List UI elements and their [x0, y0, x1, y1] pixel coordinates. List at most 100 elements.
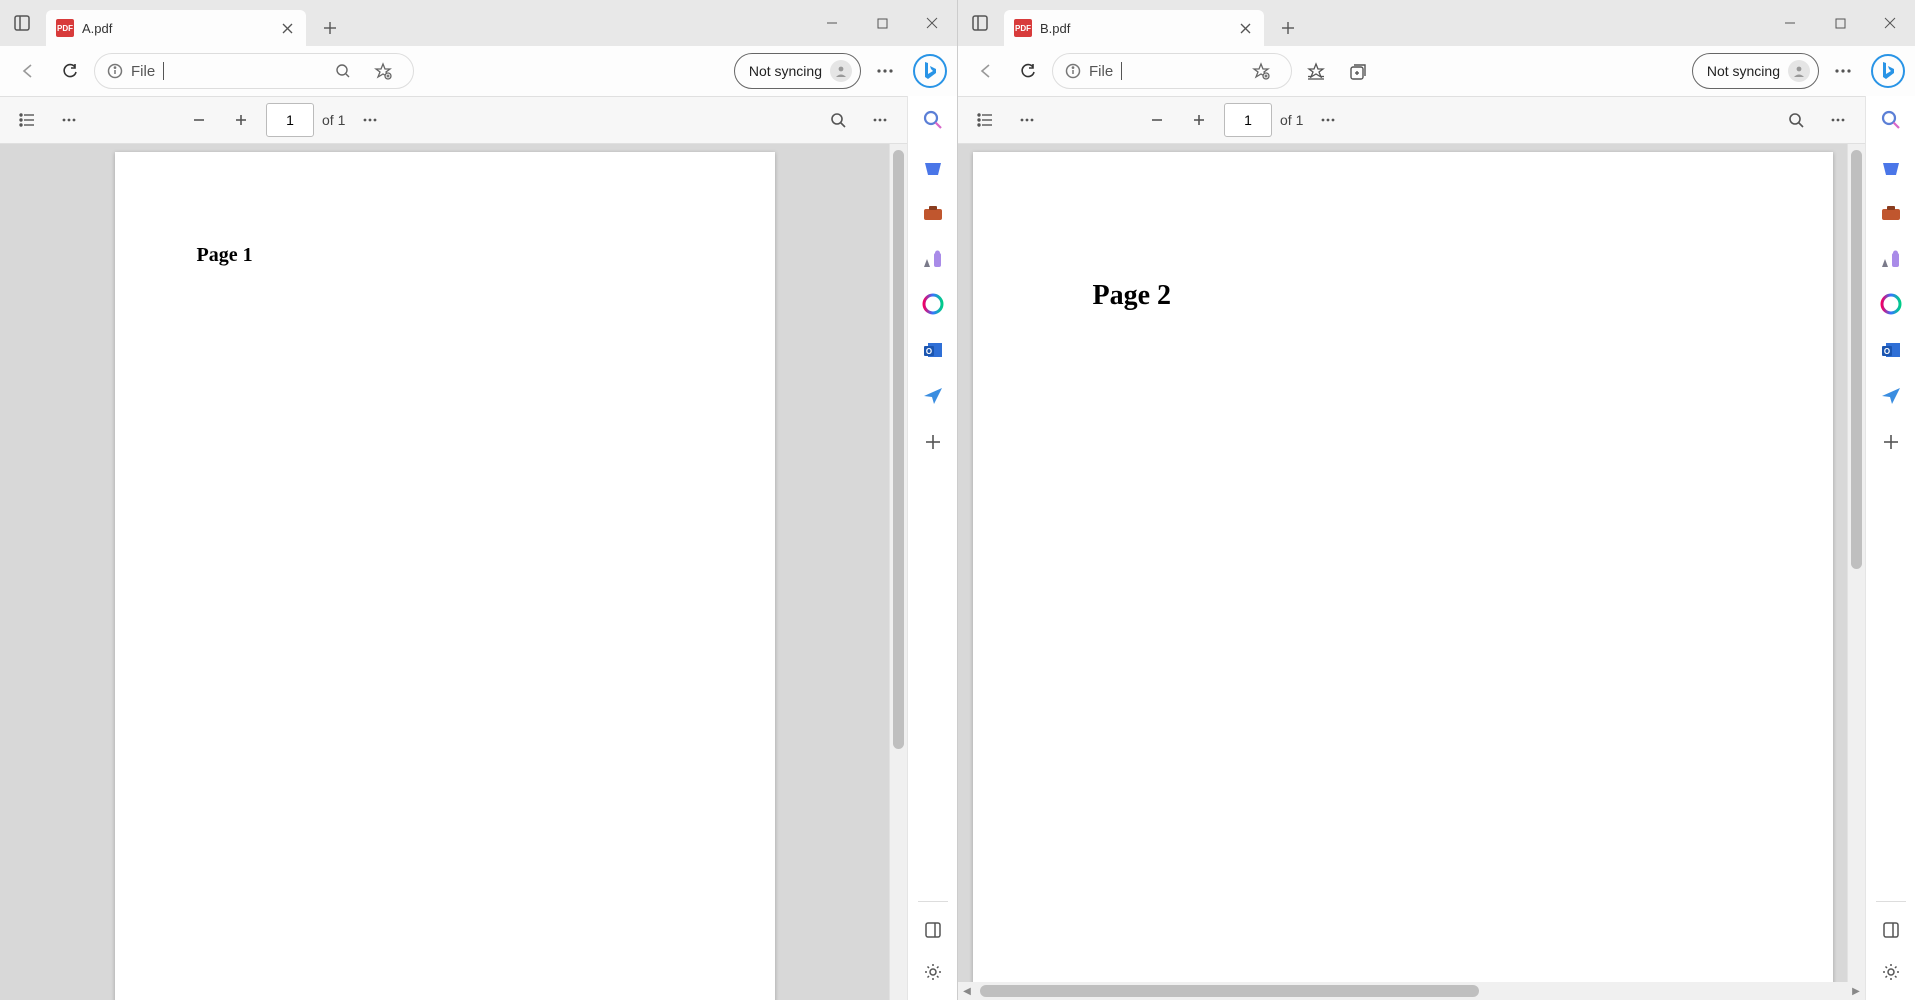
reload-button[interactable]	[52, 53, 88, 89]
address-label: File	[1089, 63, 1113, 80]
zoom-icon[interactable]	[325, 53, 361, 89]
page-count-label: of 1	[322, 112, 345, 128]
outlook-sidebar-icon[interactable]: O	[919, 336, 947, 364]
favorites-list-icon[interactable]	[1298, 53, 1334, 89]
address-bar[interactable]: File	[1052, 53, 1292, 89]
address-bar[interactable]: File	[94, 53, 414, 89]
minimize-button[interactable]	[1765, 0, 1815, 46]
pdf-overflow-center[interactable]	[353, 103, 387, 137]
tab-strip: PDF B.pdf	[1004, 0, 1306, 46]
send-sidebar-icon[interactable]	[1877, 382, 1905, 410]
titlebar: PDF A.pdf	[0, 0, 957, 46]
pdf-icon: PDF	[1014, 19, 1032, 37]
browser-tab[interactable]: PDF A.pdf	[46, 10, 306, 46]
browser-tab[interactable]: PDF B.pdf	[1004, 10, 1264, 46]
back-button[interactable]	[968, 53, 1004, 89]
overflow-menu[interactable]	[867, 53, 903, 89]
vertical-scrollbar[interactable]	[889, 144, 907, 1000]
scroll-thumb[interactable]	[980, 985, 1479, 997]
games-sidebar-icon[interactable]	[1877, 244, 1905, 272]
page-count-label: of 1	[1280, 112, 1303, 128]
zoom-in-button[interactable]	[224, 103, 258, 137]
close-window-button[interactable]	[907, 0, 957, 46]
page-number-input[interactable]	[1224, 103, 1272, 137]
pdf-overflow-center[interactable]	[1311, 103, 1345, 137]
sidebar-divider	[918, 901, 948, 902]
favorite-icon[interactable]	[1243, 53, 1279, 89]
sync-status[interactable]: Not syncing	[734, 53, 861, 89]
maximize-button[interactable]	[857, 0, 907, 46]
scroll-left-icon[interactable]: ◀	[958, 986, 976, 997]
panel-sidebar-icon[interactable]	[919, 916, 947, 944]
pdf-overflow-right[interactable]	[863, 103, 897, 137]
pdf-more-left[interactable]	[1010, 103, 1044, 137]
viewer-scroll: Page 2	[958, 144, 1865, 982]
reload-button[interactable]	[1010, 53, 1046, 89]
settings-sidebar-icon[interactable]	[1877, 958, 1905, 986]
tab-actions-icon[interactable]	[8, 9, 36, 37]
page-canvas[interactable]: Page 2	[958, 144, 1847, 982]
vertical-scrollbar[interactable]	[1847, 144, 1865, 982]
titlebar: PDF B.pdf	[958, 0, 1915, 46]
page-number-input[interactable]	[266, 103, 314, 137]
pdf-overflow-right[interactable]	[1821, 103, 1855, 137]
svg-text:O: O	[1883, 347, 1889, 356]
find-icon[interactable]	[821, 103, 855, 137]
pdf-toolbar: of 1	[0, 96, 907, 144]
games-sidebar-icon[interactable]	[919, 244, 947, 272]
find-icon[interactable]	[1779, 103, 1813, 137]
pdf-page: Page 2	[973, 152, 1833, 982]
pdf-more-left[interactable]	[52, 103, 86, 137]
settings-sidebar-icon[interactable]	[919, 958, 947, 986]
search-sidebar-icon[interactable]	[919, 106, 947, 134]
tools-sidebar-icon[interactable]	[919, 198, 947, 226]
bing-icon[interactable]	[1871, 54, 1905, 88]
office-sidebar-icon[interactable]	[919, 290, 947, 318]
page-text: Page 2	[1093, 280, 1172, 312]
zoom-out-button[interactable]	[1140, 103, 1174, 137]
text-cursor	[1121, 62, 1122, 80]
tools-sidebar-icon[interactable]	[1877, 198, 1905, 226]
new-tab-button[interactable]	[1270, 10, 1306, 46]
zoom-out-button[interactable]	[182, 103, 216, 137]
viewer-wrap: of 1 Page 1	[0, 96, 907, 1000]
contents-icon[interactable]	[968, 103, 1002, 137]
page-canvas[interactable]: Page 1	[0, 144, 889, 1000]
collections-icon[interactable]	[1340, 53, 1376, 89]
send-sidebar-icon[interactable]	[919, 382, 947, 410]
edge-sidebar: O	[1865, 96, 1915, 1000]
new-tab-button[interactable]	[312, 10, 348, 46]
shopping-sidebar-icon[interactable]	[919, 152, 947, 180]
edge-sidebar: O	[907, 96, 957, 1000]
search-sidebar-icon[interactable]	[1877, 106, 1905, 134]
back-button[interactable]	[10, 53, 46, 89]
close-window-button[interactable]	[1865, 0, 1915, 46]
maximize-button[interactable]	[1815, 0, 1865, 46]
close-tab-icon[interactable]	[278, 19, 296, 37]
bing-icon[interactable]	[913, 54, 947, 88]
contents-icon[interactable]	[10, 103, 44, 137]
office-sidebar-icon[interactable]	[1877, 290, 1905, 318]
add-sidebar-icon[interactable]	[919, 428, 947, 456]
minimize-button[interactable]	[807, 0, 857, 46]
scroll-right-icon[interactable]: ▶	[1847, 986, 1865, 997]
scroll-thumb[interactable]	[893, 150, 904, 749]
nav-row: File Not syncing	[958, 46, 1915, 96]
favorite-icon[interactable]	[365, 53, 401, 89]
tab-actions-icon[interactable]	[966, 9, 994, 37]
info-icon	[1065, 63, 1081, 79]
sidebar-divider	[1876, 901, 1906, 902]
shopping-sidebar-icon[interactable]	[1877, 152, 1905, 180]
zoom-in-button[interactable]	[1182, 103, 1216, 137]
nav-row: File Not syncing	[0, 46, 957, 96]
horizontal-scrollbar[interactable]: ◀ ▶	[958, 982, 1865, 1000]
panel-sidebar-icon[interactable]	[1877, 916, 1905, 944]
add-sidebar-icon[interactable]	[1877, 428, 1905, 456]
scroll-thumb[interactable]	[1851, 150, 1862, 569]
window-controls	[807, 0, 957, 46]
info-icon	[107, 63, 123, 79]
close-tab-icon[interactable]	[1236, 19, 1254, 37]
overflow-menu[interactable]	[1825, 53, 1861, 89]
outlook-sidebar-icon[interactable]: O	[1877, 336, 1905, 364]
sync-status[interactable]: Not syncing	[1692, 53, 1819, 89]
